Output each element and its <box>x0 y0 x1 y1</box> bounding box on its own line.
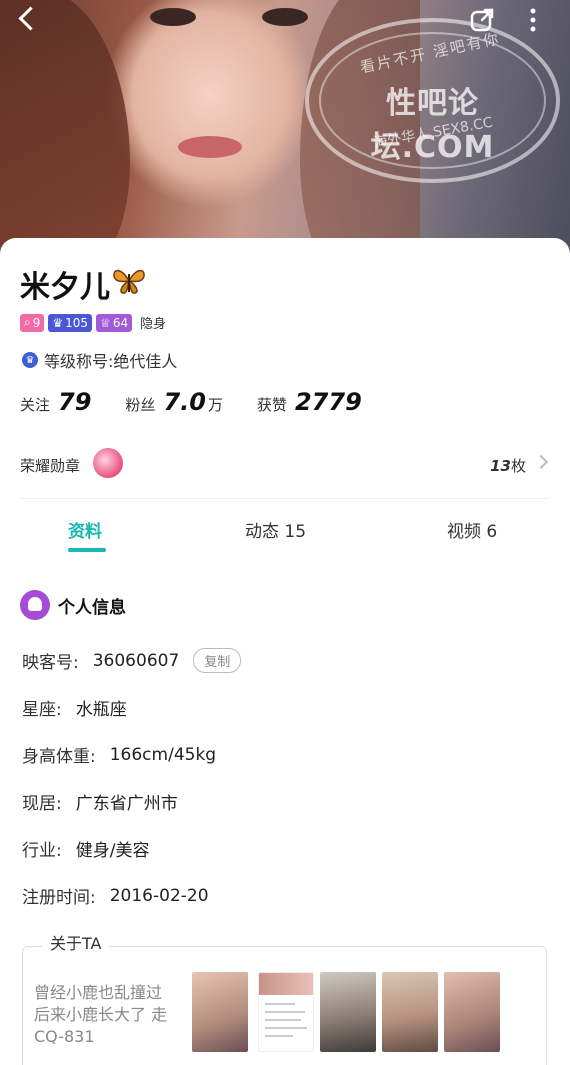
info-row-industry: 行业: 健身/美容 <box>22 841 150 861</box>
tab-profile[interactable]: 资料 <box>68 517 102 542</box>
rank-crown-icon: ♛ <box>22 352 38 368</box>
about-photo[interactable] <box>192 972 248 1052</box>
tab-posts[interactable]: 动态 15 <box>245 517 306 542</box>
invisible-status: 隐身 <box>140 317 167 332</box>
info-row-zodiac: 星座: 水瓶座 <box>22 700 127 720</box>
follow-count[interactable]: 79 <box>58 388 91 416</box>
honor-medals-row[interactable]: 荣耀勋章 13枚 <box>20 448 550 484</box>
info-row-id: 映客号: 36060607 复制 <box>22 648 242 673</box>
level-badges: ⌕ 9 ♛ 105 ♕ 64 隐身 <box>20 313 166 332</box>
about-photo[interactable] <box>444 972 500 1052</box>
info-row-register-date: 注册时间: 2016-02-20 <box>22 885 209 909</box>
crown-icon: ♛ <box>52 315 64 330</box>
follow-label[interactable]: 关注 <box>20 394 50 415</box>
level-badge-crown: ♛ 105 <box>48 313 93 332</box>
level-badge-purple: ♕ 64 <box>96 313 133 332</box>
about-photo[interactable] <box>258 972 314 1052</box>
about-photo[interactable] <box>382 972 438 1052</box>
info-row-height-weight: 身高体重: 166cm/45kg <box>22 744 217 768</box>
chevron-right-icon <box>533 454 549 470</box>
about-text: 曾经小鹿也乱撞过 后来小鹿长大了 走 CQ-831 <box>34 983 168 1046</box>
profile-name: 米夕儿 <box>20 270 110 305</box>
search-level-icon: ⌕ <box>24 315 31 329</box>
more-vertical-icon[interactable] <box>528 6 538 34</box>
likes-count: 2779 <box>294 388 362 416</box>
info-row-location: 现居: 广东省广州市 <box>22 794 178 814</box>
stats-row: 关注 79 粉丝 7.0 万 获赞 2779 <box>20 388 362 416</box>
about-photo[interactable] <box>320 972 376 1052</box>
copy-button[interactable]: 复制 <box>193 648 242 673</box>
inke-id-value: 36060607 <box>92 650 180 671</box>
person-icon <box>20 590 50 620</box>
rank-title: ♛ 等级称号:绝代佳人 <box>22 348 177 372</box>
active-tab-indicator <box>68 548 106 552</box>
tab-videos[interactable]: 视频 6 <box>447 517 497 542</box>
medals-label: 荣耀勋章 <box>20 457 81 475</box>
fans-label[interactable]: 粉丝 <box>125 394 155 415</box>
back-chevron-icon[interactable] <box>14 6 40 32</box>
medals-count: 13枚 <box>490 457 526 475</box>
divider <box>20 498 550 499</box>
share-icon[interactable] <box>468 6 496 34</box>
about-title: 关于TA <box>42 930 110 954</box>
crown-purple-icon: ♕ <box>100 315 111 330</box>
medal-icon <box>93 448 123 478</box>
butterfly-icon <box>112 266 146 296</box>
fans-count[interactable]: 7.0 <box>163 388 206 416</box>
personal-info-heading: 个人信息 <box>20 590 126 620</box>
fans-unit: 万 <box>207 396 223 414</box>
level-badge-search: ⌕ 9 <box>20 313 45 332</box>
likes-label: 获赞 <box>256 396 287 414</box>
